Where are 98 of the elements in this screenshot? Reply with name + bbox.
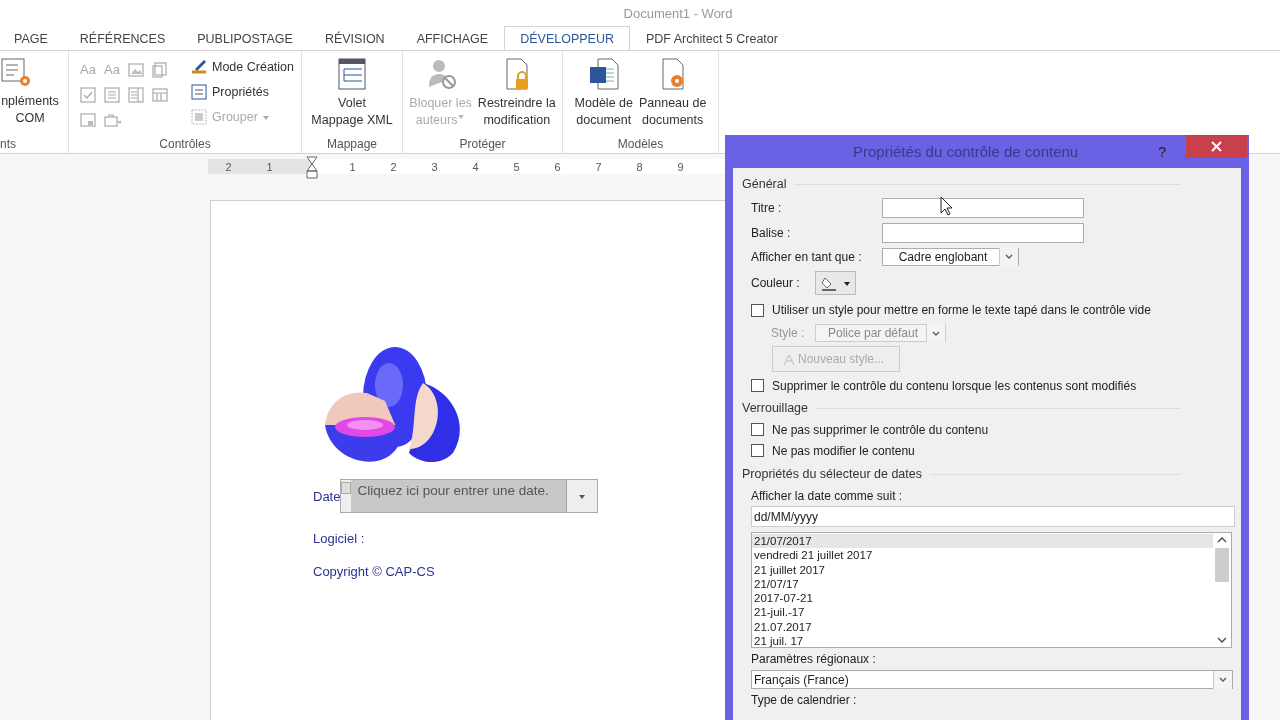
field-label: Paramètres régionaux : — [751, 652, 876, 666]
image-icon — [127, 60, 145, 79]
display-select[interactable]: Cadre englobant — [882, 247, 1019, 266]
ruler-number: 2 — [389, 160, 398, 173]
ribbon-button[interactable]: Panneau de documents — [636, 51, 709, 129]
ribbon-tab[interactable]: PAGE — [0, 26, 64, 50]
checkbox[interactable] — [751, 379, 764, 392]
checkbox-label: Ne pas modifier le contenu — [772, 443, 915, 458]
ruler-number: 1 — [265, 160, 274, 173]
ribbon-tab[interactable]: DÉVELOPPEUR — [504, 26, 630, 50]
checkbox-label: Ne pas supprimer le contrôle du contenu — [772, 422, 989, 437]
cursor-icon — [940, 196, 954, 216]
xml-mapping-button[interactable]: Volet Mappage XML — [309, 51, 395, 129]
ruler-pencil-icon — [190, 58, 208, 76]
close-icon — [1211, 141, 1222, 152]
ribbon-button[interactable]: Modèle de document — [572, 51, 635, 129]
checkbox[interactable] — [751, 444, 764, 457]
building-block-icon — [151, 60, 169, 79]
ruler-number: 8 — [635, 160, 644, 173]
ruler-number: 3 — [430, 160, 439, 173]
caret-icon — [578, 492, 587, 500]
date-placeholder[interactable]: Cliquez ici pour entrer une date. — [351, 480, 568, 512]
ribbon-tab[interactable]: PDF Architect 5 Creator — [629, 26, 794, 50]
list-icon — [103, 85, 121, 104]
input-field[interactable] — [882, 222, 1084, 243]
field-label: Afficher en tant que : — [751, 249, 863, 264]
group-label: Contrôles — [159, 137, 211, 151]
style-icon — [783, 352, 795, 366]
ruler-number: 6 — [553, 160, 562, 173]
field-label: Titre : — [751, 200, 783, 215]
scrollbar-thumb[interactable] — [1215, 548, 1229, 582]
field-label: Couleur : — [751, 276, 801, 290]
field-label: Afficher la date comme suit : — [751, 488, 903, 503]
list-item[interactable]: 2017-07-21 — [752, 591, 1213, 606]
date-label: Date — [313, 488, 341, 504]
list-item[interactable]: 21 juil. 17 — [752, 634, 1213, 649]
dialog-title: Propriétés du contrôle de contenu — [852, 143, 1080, 160]
combo-box-icon — [127, 85, 145, 104]
checkbox-icon — [79, 85, 97, 104]
ruler-number: 7 — [594, 160, 603, 173]
document-text: Copyright © CAP-CS — [313, 564, 435, 579]
section-heading: Verrouillage — [742, 401, 808, 415]
checkbox[interactable] — [751, 423, 764, 436]
date-picker-control[interactable]: Cliquez ici pour entrer une date. — [340, 479, 599, 513]
input-field[interactable] — [882, 197, 1084, 218]
group-label: nts — [0, 137, 16, 151]
window-title: Document1 - Word — [623, 5, 733, 21]
drag-handle-icon[interactable] — [341, 482, 352, 494]
chevron-down-icon — [1218, 675, 1228, 684]
addins-button[interactable]: npléments COM — [0, 51, 62, 127]
field-label: Style : — [771, 326, 806, 340]
ruler-number: 2 — [224, 160, 233, 173]
document-text: Logiciel : — [313, 531, 365, 546]
close-button[interactable] — [1186, 135, 1247, 158]
color-button[interactable] — [815, 271, 856, 295]
checkbox-label: Supprimer le contrôle du contenu lorsque les contenus sont modifiés — [772, 378, 1137, 393]
chevron-down-icon — [1004, 252, 1014, 261]
list-item[interactable]: 21.07.2017 — [752, 619, 1213, 635]
list-item[interactable]: vendredi 21 juillet 2017 — [752, 548, 1213, 563]
checkbox[interactable] — [751, 303, 764, 317]
scroll-down-icon — [1217, 636, 1227, 644]
ribbon-button[interactable]: Mode Création — [188, 56, 296, 78]
form-icon — [79, 110, 97, 129]
ribbon-tab[interactable]: PUBLIPOSTAGE — [181, 26, 309, 50]
list-item[interactable]: 21/07/17 — [752, 576, 1213, 592]
ruler-number: 5 — [512, 160, 521, 173]
caret-icon — [261, 113, 270, 121]
ribbon-tab[interactable]: RÉVISION — [308, 26, 401, 50]
input-field[interactable]: dd/MM/yyyy — [751, 506, 1235, 527]
word-document-icon — [587, 57, 620, 91]
ruler-number: 4 — [471, 160, 480, 173]
locale-select[interactable]: Français (France) — [751, 670, 1233, 689]
ribbon-button[interactable]: Restreindre la modification — [475, 51, 558, 129]
list-item[interactable]: 21/07/2017 — [752, 534, 1213, 549]
group-label: Modèles — [617, 137, 664, 151]
group-label: Mappage — [326, 137, 377, 151]
group-icon — [190, 108, 208, 126]
field-label: Balise : — [751, 225, 792, 240]
ribbon-tab[interactable]: AFFICHAGE — [400, 26, 505, 50]
paint-bucket-icon — [820, 275, 837, 291]
ruler-number: 1 — [348, 160, 357, 173]
properties-icon — [190, 83, 208, 101]
section-heading: Propriétés du sélecteur de dates — [742, 467, 922, 481]
checkbox-label: Utiliser un style pour mettre en forme le texte tapé dans le contrôle vide — [772, 303, 1151, 317]
group-label: Protéger — [459, 137, 506, 151]
scroll-up-icon — [1217, 536, 1227, 544]
list-item[interactable]: 21-juil.-17 — [752, 605, 1213, 620]
table-tree-icon — [336, 57, 368, 91]
indent-marker-icon[interactable] — [306, 156, 318, 179]
ribbon-tab[interactable]: RÉFÉRENCES — [63, 26, 182, 50]
ruler-number: 9 — [676, 160, 685, 173]
caret-icon — [457, 113, 466, 120]
ribbon-button[interactable]: Propriétés — [188, 81, 296, 103]
date-grid-icon — [151, 85, 169, 104]
list-item[interactable]: 21 juillet 2017 — [752, 562, 1213, 577]
section-heading: Général — [742, 177, 787, 191]
caret-icon — [842, 279, 851, 287]
field-label: Type de calendrier : — [751, 693, 857, 707]
